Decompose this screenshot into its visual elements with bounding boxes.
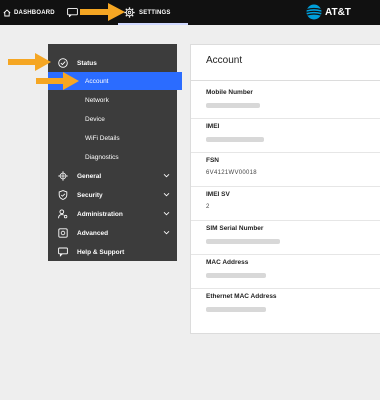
divider xyxy=(191,80,380,81)
redacted-value xyxy=(206,273,266,278)
panel-title: Account xyxy=(206,55,243,66)
redacted-value xyxy=(206,307,266,312)
sidebar-subitem-label: Diagnostics xyxy=(85,153,119,161)
divider xyxy=(191,152,380,153)
brand-name: AT&T xyxy=(325,6,351,18)
sidebar-item-label: General xyxy=(77,172,102,180)
sidebar-item-general[interactable]: General xyxy=(48,167,177,185)
top-nav-bar: DASHBOARD SETTINGS AT&T xyxy=(0,0,380,25)
field-label: Mobile Number xyxy=(206,89,253,96)
sidebar-subitem-wifi-details[interactable]: WiFi Details xyxy=(48,129,177,147)
redacted-value xyxy=(206,137,264,142)
field-label: MAC Address xyxy=(206,259,249,266)
field-label: FSN xyxy=(206,157,219,164)
chevron-down-icon xyxy=(163,173,170,178)
sidebar-subitem-network[interactable]: Network xyxy=(48,91,177,109)
sidebar-item-label: Status xyxy=(77,59,97,67)
divider xyxy=(191,118,380,119)
att-logo: AT&T xyxy=(306,4,351,20)
home-icon xyxy=(3,8,11,16)
nav-dashboard[interactable]: DASHBOARD xyxy=(0,0,60,25)
chevron-down-icon xyxy=(163,211,170,216)
sidebar-item-label: Help & Support xyxy=(77,248,125,256)
sidebar-item-administration[interactable]: Administration xyxy=(48,205,177,223)
sidebar-item-label: Security xyxy=(77,191,103,199)
divider xyxy=(191,186,380,187)
redacted-value xyxy=(206,239,280,244)
active-tab-indicator xyxy=(118,23,188,25)
check-circle-icon xyxy=(58,58,68,68)
sidebar-item-help[interactable]: Help & Support xyxy=(48,243,177,261)
nav-messages[interactable] xyxy=(67,0,81,25)
field-value: 6V4121WV00018 xyxy=(206,170,257,176)
sidebar-subitem-label: WiFi Details xyxy=(85,134,120,142)
field-value: 2 xyxy=(206,204,210,210)
divider xyxy=(191,220,380,221)
sidebar-subitem-label: Network xyxy=(85,96,109,104)
gear-icon xyxy=(58,171,68,181)
nav-dashboard-label: DASHBOARD xyxy=(14,9,55,16)
arrow-settings-icon xyxy=(80,3,125,21)
att-globe-icon xyxy=(306,4,322,20)
chevron-down-icon xyxy=(163,230,170,235)
field-label: SIM Serial Number xyxy=(206,225,264,232)
sidebar-subitem-diagnostics[interactable]: Diagnostics xyxy=(48,148,177,166)
field-label: Ethernet MAC Address xyxy=(206,293,277,300)
nav-settings-label: SETTINGS xyxy=(139,9,171,16)
field-label: IMEI xyxy=(206,123,220,130)
sidebar-subitem-label: Device xyxy=(85,115,105,123)
user-gear-icon xyxy=(58,209,68,219)
redacted-value xyxy=(206,103,260,108)
divider xyxy=(191,288,380,289)
sidebar-item-advanced[interactable]: Advanced xyxy=(48,224,177,242)
help-chat-icon xyxy=(58,247,68,257)
advanced-settings-icon xyxy=(58,228,68,238)
shield-icon xyxy=(58,190,68,200)
sidebar-item-security[interactable]: Security xyxy=(48,186,177,204)
sidebar-item-label: Administration xyxy=(77,210,123,218)
message-icon xyxy=(67,8,78,17)
nav-settings[interactable]: SETTINGS xyxy=(124,0,190,25)
account-panel: Account Mobile Number IMEI FSN 6V4121WV0… xyxy=(190,44,380,334)
divider xyxy=(191,254,380,255)
sidebar-item-label: Advanced xyxy=(77,229,109,237)
arrow-account-icon xyxy=(36,72,79,90)
sidebar-subitem-label: Account xyxy=(85,77,109,85)
field-label: IMEI SV xyxy=(206,191,230,198)
chevron-down-icon xyxy=(163,192,170,197)
sidebar-subitem-device[interactable]: Device xyxy=(48,110,177,128)
